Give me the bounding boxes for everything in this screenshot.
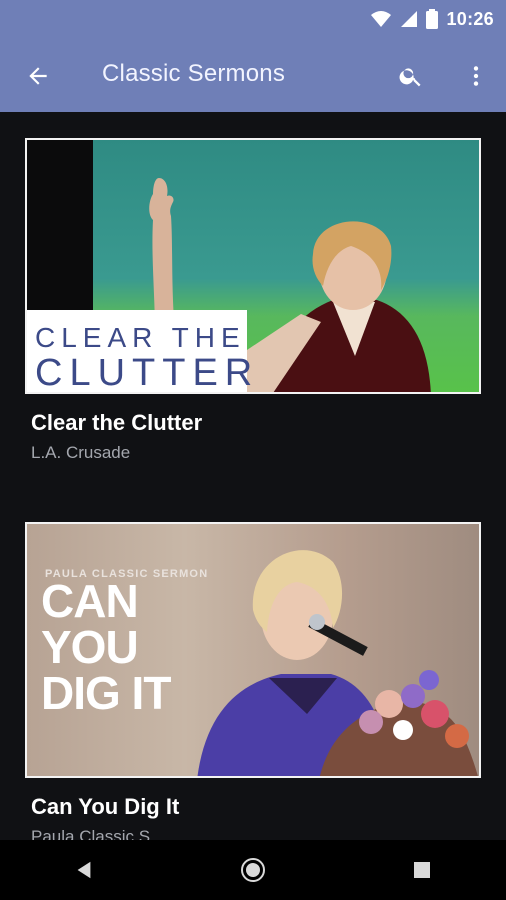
sermon-subtitle: Paula Classic S... (31, 827, 165, 840)
home-nav-button[interactable] (223, 840, 283, 900)
back-arrow-icon (29, 67, 47, 85)
back-nav-button[interactable] (54, 840, 114, 900)
thumbnail-title-line-1: CLEAR THE (35, 322, 246, 353)
page-title: Classic Sermons (102, 60, 286, 87)
back-nav-icon (77, 861, 91, 879)
sermon-list: CLEAR THE CLUTTER Clear the Clutter L.A.… (0, 112, 506, 840)
sermon-title[interactable]: Clear the Clutter (31, 410, 202, 436)
sermon-title[interactable]: Can You Dig It (31, 794, 179, 820)
signal-icon (400, 10, 418, 28)
flower-arrangement-image (320, 670, 478, 776)
sermon-thumbnail[interactable]: CLEAR THE CLUTTER (25, 138, 481, 394)
home-nav-icon (240, 858, 265, 882)
recents-nav-button[interactable] (392, 840, 452, 900)
more-options-button[interactable] (458, 58, 494, 94)
search-button[interactable] (393, 58, 429, 94)
status-time: 10:26 (446, 8, 494, 29)
system-navigation-bar (0, 840, 506, 900)
wifi-icon (370, 10, 392, 28)
recents-nav-icon (413, 862, 430, 878)
sermon-thumbnail[interactable]: PAULA CLASSIC SERMON CAN YOU DIG IT (25, 522, 481, 778)
battery-icon (426, 9, 439, 29)
sermon-subtitle: L.A. Crusade (31, 443, 131, 462)
more-vert-icon (473, 66, 479, 86)
thumbnail-headline: CAN YOU DIG IT (41, 575, 171, 719)
back-button[interactable] (20, 58, 56, 94)
sermon-card[interactable]: CLEAR THE CLUTTER Clear the Clutter L.A.… (25, 138, 481, 478)
search-icon (399, 68, 421, 87)
speaker-image (241, 221, 431, 392)
app-bar: 10:26 Classic Sermons (0, 0, 506, 112)
sermon-card[interactable]: PAULA CLASSIC SERMON CAN YOU DIG IT Can … (25, 522, 481, 840)
thumbnail-title-line-2: CLUTTER (35, 352, 260, 394)
status-bar: 10:26 (370, 8, 494, 30)
